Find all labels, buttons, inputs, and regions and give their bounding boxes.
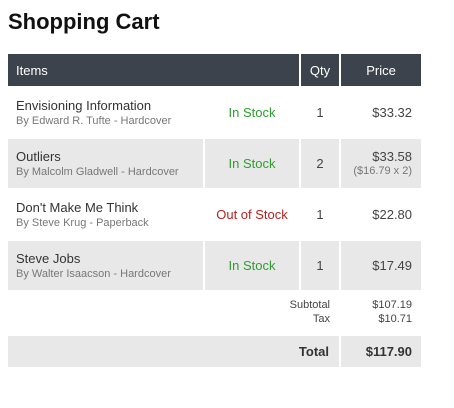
tax-value: $10.71 — [378, 313, 413, 325]
table-row: Envisioning Information By Edward R. Tuf… — [8, 86, 422, 138]
table-header-row: Items Qty Price — [8, 54, 422, 87]
total-value: $117.90 — [339, 336, 422, 367]
item-quantity[interactable]: 2 — [299, 137, 341, 189]
item-title[interactable]: Envisioning Information — [16, 98, 204, 114]
header-items: Items — [8, 54, 301, 87]
header-price: Price — [339, 54, 422, 87]
item-price: $33.58 — [372, 149, 413, 164]
item-author-format: By Edward R. Tufte - Hardcover — [16, 114, 172, 127]
subtotal-row: Subtotal $107.19 — [8, 290, 421, 312]
item-cell: Don't Make Me Think By Steve Krug - Pape… — [8, 188, 204, 240]
table-row: Steve Jobs By Walter Isaacson - Hardcove… — [8, 239, 422, 290]
item-title[interactable]: Don't Make Me Think — [16, 200, 204, 216]
header-qty: Qty — [299, 54, 341, 87]
item-quantity[interactable]: 1 — [299, 239, 341, 290]
item-quantity[interactable]: 1 — [300, 86, 341, 138]
subtotal-label: Subtotal — [289, 299, 331, 311]
item-price: $33.32 — [372, 104, 413, 120]
item-price: $17.49 — [372, 257, 413, 273]
total-label: Total — [8, 336, 341, 367]
price-cell: $22.80 — [340, 188, 422, 240]
tax-label: Tax — [312, 313, 331, 325]
price-breakdown: ($16.79 x 2) — [353, 165, 413, 177]
item-author-format: By Walter Isaacson - Hardcover — [16, 267, 171, 280]
stock-status: In Stock — [202, 137, 301, 189]
cart-table: Items Qty Price Envisioning Information … — [8, 54, 422, 367]
item-title[interactable]: Steve Jobs — [16, 251, 203, 267]
page-title: Shopping Cart — [8, 9, 160, 34]
table-row: Outliers By Malcolm Gladwell - Hardcover… — [8, 137, 422, 189]
price-cell: $17.49 — [339, 239, 422, 290]
item-author-format: By Malcolm Gladwell - Hardcover — [16, 165, 179, 178]
item-quantity[interactable]: 1 — [300, 188, 341, 240]
table-row: Don't Make Me Think By Steve Krug - Pape… — [8, 188, 422, 240]
item-title[interactable]: Outliers — [16, 149, 203, 165]
tax-row: Tax $10.71 — [8, 312, 421, 326]
stock-status: Out of Stock — [204, 188, 301, 240]
subtotal-value: $107.19 — [372, 299, 413, 311]
price-cell: $33.58 ($16.79 x 2) — [339, 137, 422, 189]
price-cell: $33.32 — [340, 86, 422, 138]
item-cell: Steve Jobs By Walter Isaacson - Hardcove… — [8, 239, 204, 290]
item-author-format: By Steve Krug - Paperback — [16, 216, 149, 229]
item-cell: Envisioning Information By Edward R. Tuf… — [8, 86, 204, 138]
stock-status: In Stock — [202, 239, 301, 290]
item-cell: Outliers By Malcolm Gladwell - Hardcover — [8, 137, 204, 189]
total-row: Total $117.90 — [8, 336, 422, 367]
stock-status: In Stock — [204, 86, 301, 138]
item-price: $22.80 — [372, 206, 413, 222]
spacer — [8, 326, 421, 336]
